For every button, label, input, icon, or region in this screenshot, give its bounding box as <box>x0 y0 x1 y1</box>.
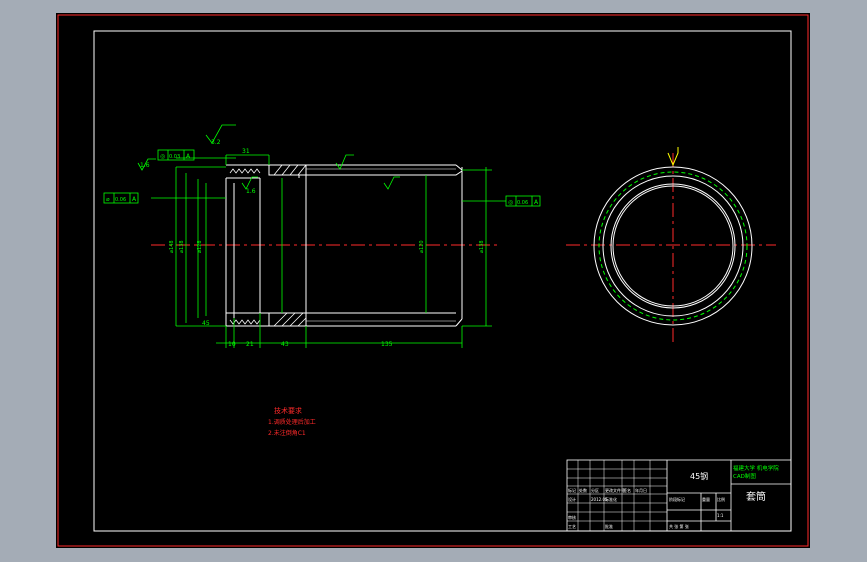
svg-text:A: A <box>534 199 539 206</box>
roughness-mark-3 <box>335 154 354 170</box>
tolerance-frame-2: ⌀ 0.06 A <box>103 192 139 204</box>
svg-text:重量: 重量 <box>702 496 710 502</box>
dia-label-3: ⌀128 <box>197 240 203 253</box>
svg-text:0.06: 0.06 <box>517 200 528 206</box>
svg-text:0.06: 0.06 <box>115 197 126 203</box>
svg-text:0.03: 0.03 <box>169 154 180 160</box>
notes-line-2: 2.未注倒角C1 <box>268 429 306 437</box>
dim-bottom-4: 135 <box>381 341 393 348</box>
svg-text:共 张 第 张: 共 张 第 张 <box>669 523 689 529</box>
school-subtitle: CAD制图 <box>733 472 756 480</box>
title-block-text: 45钢 福建大学 机电学院 CAD制图 套筒 标记 处数 分区 更改文件号 签名… <box>568 464 779 529</box>
svg-text:⌀: ⌀ <box>106 196 110 203</box>
svg-text:更改文件号: 更改文件号 <box>605 487 625 493</box>
sheet-border <box>57 14 809 547</box>
school-name: 福建大学 机电学院 <box>733 464 779 472</box>
svg-text:1.6: 1.6 <box>140 162 150 169</box>
svg-text:3.2: 3.2 <box>211 139 221 146</box>
svg-text:标记: 标记 <box>568 487 576 493</box>
cad-viewport[interactable]: 31 10 21 43 135 45 ⌀148 ⌀138 ⌀128 ⌀120 ⌀… <box>56 13 810 548</box>
drawing-canvas: 31 10 21 43 135 45 ⌀148 ⌀138 ⌀128 ⌀120 ⌀… <box>57 14 809 547</box>
dia-label-4: ⌀120 <box>419 240 425 253</box>
material-label: 45钢 <box>690 471 708 481</box>
dia-label-1: ⌀148 <box>169 240 175 253</box>
svg-text:1.6: 1.6 <box>246 188 256 195</box>
svg-text:阶段标记: 阶段标记 <box>669 496 685 502</box>
diameter-labels: ⌀148 ⌀138 ⌀128 ⌀120 ⌀138 <box>169 240 485 253</box>
section-view: 31 10 21 43 135 45 ⌀148 ⌀138 ⌀128 ⌀120 ⌀… <box>103 124 541 348</box>
svg-text:工艺: 工艺 <box>568 524 576 529</box>
svg-text:2012.05: 2012.05 <box>591 497 608 502</box>
part-name: 套筒 <box>746 490 766 503</box>
roughness-mark-5 <box>383 176 400 190</box>
dim-bottom-3: 43 <box>281 341 289 348</box>
svg-text:◎: ◎ <box>160 153 165 160</box>
svg-text:批准: 批准 <box>605 523 613 529</box>
svg-text:审核: 审核 <box>568 514 576 520</box>
svg-text:◎: ◎ <box>508 199 513 206</box>
svg-text:比例: 比例 <box>717 496 725 502</box>
svg-text:年月日: 年月日 <box>635 487 647 493</box>
end-view <box>566 147 776 343</box>
svg-text:A: A <box>132 196 137 203</box>
svg-text:分区: 分区 <box>591 487 599 493</box>
dia-label-2: ⌀138 <box>179 240 185 253</box>
notes-line-1: 1.调质处理后加工 <box>268 418 316 426</box>
tolerance-frame-1: ◎ 0.03 A <box>157 149 195 161</box>
drawing-frame <box>93 30 792 532</box>
svg-text:A: A <box>186 153 191 160</box>
dia-label-5: ⌀138 <box>479 240 485 253</box>
dim-bottom-2: 21 <box>246 341 254 348</box>
technical-notes: 技术要求 1.调质处理后加工 2.未注倒角C1 <box>268 406 316 437</box>
tolerance-frame-3: ◎ 0.06 A <box>505 195 541 207</box>
svg-text:1:1: 1:1 <box>717 513 724 518</box>
svg-text:处数: 处数 <box>579 487 587 493</box>
svg-text:设计: 设计 <box>568 496 576 502</box>
dim-small: 45 <box>202 320 210 327</box>
notes-title: 技术要求 <box>274 406 302 415</box>
svg-text:签名: 签名 <box>623 487 631 493</box>
dim-bottom-1: 10 <box>228 341 236 348</box>
dim-top-length: 31 <box>242 148 250 155</box>
